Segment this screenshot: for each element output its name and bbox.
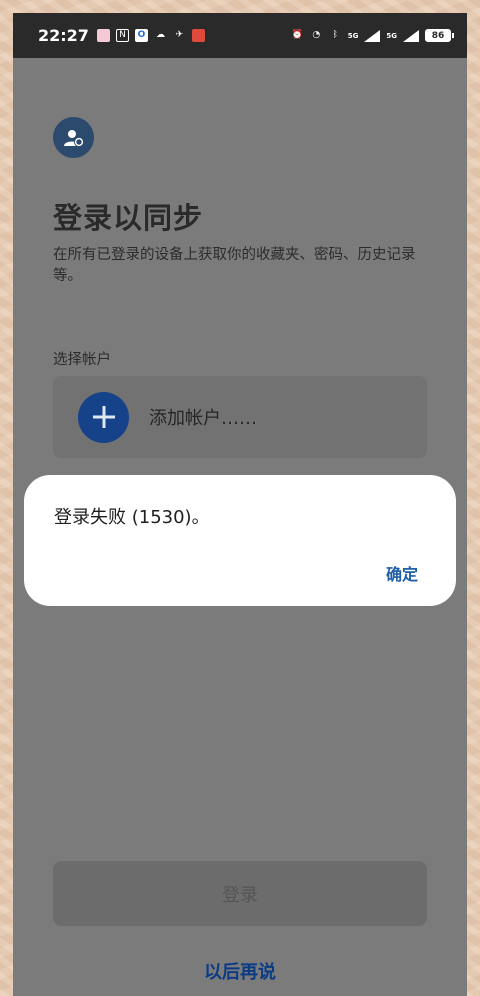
bluetooth-icon: ᛒ <box>332 30 338 40</box>
login-button[interactable]: 登录 <box>53 861 427 926</box>
page-subtitle: 在所有已登录的设备上获取你的收藏夹、密码、历史记录等。 <box>53 247 416 284</box>
signal-icon-2 <box>403 29 419 42</box>
plus-icon <box>78 391 129 443</box>
ok-button[interactable]: 确定 <box>386 561 418 585</box>
network-type-label-2: 5G <box>386 31 397 40</box>
add-account-label: 添加帐户…… <box>149 408 257 429</box>
later-link[interactable]: 以后再说 <box>13 958 467 984</box>
alarm-icon: ⏰ <box>291 30 303 40</box>
app-o-icon: O <box>134 29 148 42</box>
headset-icon: ◔ <box>312 30 321 40</box>
system-icons: ⏰ ◔ ᛒ 5G 5G 86 <box>291 29 454 42</box>
cloud-icon: ☁ <box>155 30 165 40</box>
app-notification-icon <box>96 29 110 42</box>
nfc-icon: N <box>115 29 129 42</box>
page-title: 登录以同步 <box>53 201 204 235</box>
error-message: 登录失败 (1530)。 <box>54 507 210 528</box>
bird-icon: ✈ <box>175 30 184 40</box>
signal-icon <box>364 29 381 42</box>
add-account-button[interactable]: 添加帐户…… <box>53 376 427 458</box>
app-red-icon <box>191 29 205 42</box>
error-dialog: 登录失败 (1530)。 确定 <box>24 475 456 606</box>
status-bar: 22:27 N O ☁ ✈ ⏰ ◔ ᛒ 5G 5G 86 <box>13 13 467 58</box>
network-type-label: 5G <box>347 31 359 40</box>
notification-icons: N O ☁ ✈ <box>96 29 205 42</box>
select-account-label: 选择帐户 <box>53 352 111 368</box>
account-sync-icon <box>53 117 94 158</box>
status-time: 22:27 <box>38 26 89 45</box>
battery-icon: 86 <box>425 29 454 42</box>
